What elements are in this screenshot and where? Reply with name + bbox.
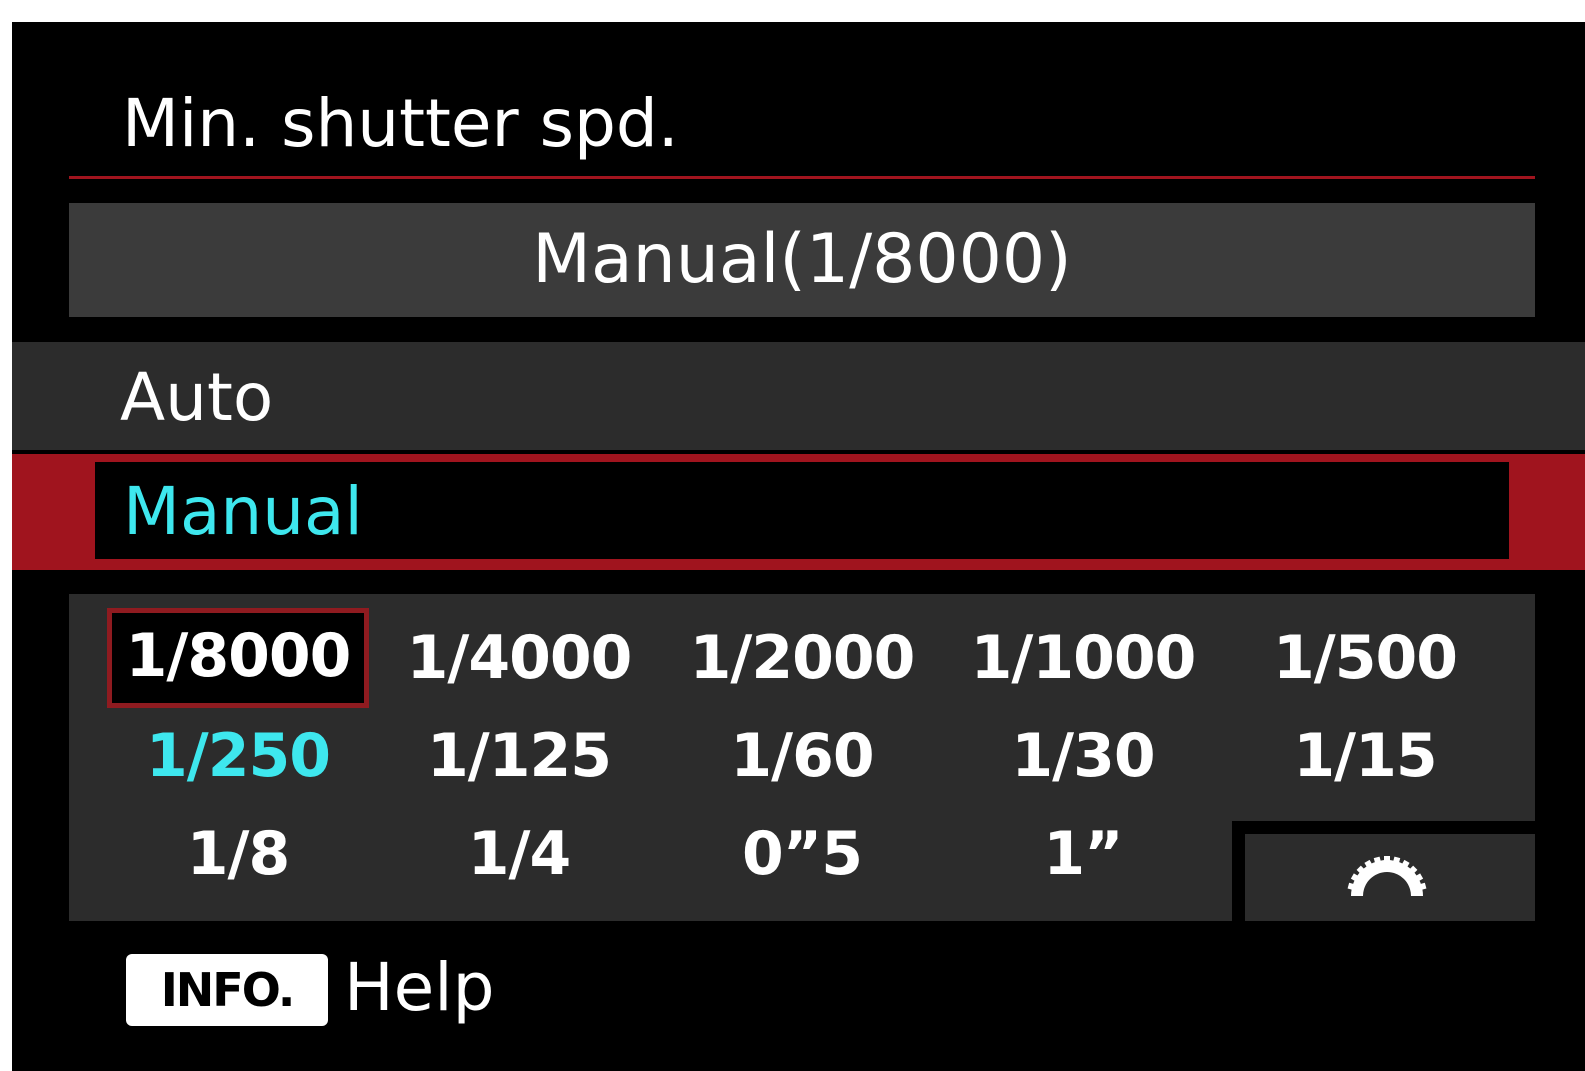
option-manual-inner: Manual	[95, 462, 1509, 559]
shutter-value-cell[interactable]: 1/4	[389, 806, 649, 902]
menu-title: Min. shutter spd.	[122, 85, 679, 162]
help-label: Help	[344, 949, 495, 1026]
current-setting-display: Manual(1/8000)	[69, 203, 1535, 317]
title-divider	[69, 176, 1535, 179]
shutter-value-cell[interactable]: 1/8	[108, 806, 368, 902]
shutter-speed-grid: 1/8000 1/4000 1/2000 1/1000 1/500 1/250 …	[69, 594, 1535, 921]
option-auto-label: Auto	[120, 359, 274, 436]
shutter-value-cell[interactable]: 1/4000	[389, 610, 649, 706]
option-auto[interactable]: Auto	[12, 342, 1585, 450]
option-manual[interactable]: Manual	[12, 454, 1585, 570]
dial-cell[interactable]	[1245, 834, 1535, 921]
shutter-value-cell[interactable]: 1/500	[1235, 610, 1495, 706]
shutter-value-cell[interactable]: 0”5	[672, 806, 932, 902]
dial-cell-divider	[1232, 821, 1245, 921]
shutter-value-cell[interactable]: 1/125	[389, 708, 649, 804]
shutter-value-cell[interactable]: 1/250	[108, 708, 368, 804]
shutter-value-cell[interactable]: 1/30	[953, 708, 1213, 804]
shutter-value-cell[interactable]: 1/60	[672, 708, 932, 804]
dial-cell-divider	[1232, 821, 1535, 834]
camera-menu-screen: Min. shutter spd. Manual(1/8000) Auto Ma…	[12, 22, 1585, 1071]
option-manual-label: Manual	[123, 473, 363, 550]
shutter-value-cell[interactable]: 1/2000	[672, 610, 932, 706]
shutter-value-cell[interactable]: 1”	[953, 806, 1213, 902]
main-dial-icon	[1347, 856, 1427, 896]
shutter-value-cell[interactable]: 1/8000	[107, 608, 369, 708]
info-button[interactable]: INFO.	[126, 954, 328, 1026]
shutter-value-cell[interactable]: 1/15	[1235, 708, 1495, 804]
shutter-value-cell[interactable]: 1/1000	[953, 610, 1213, 706]
